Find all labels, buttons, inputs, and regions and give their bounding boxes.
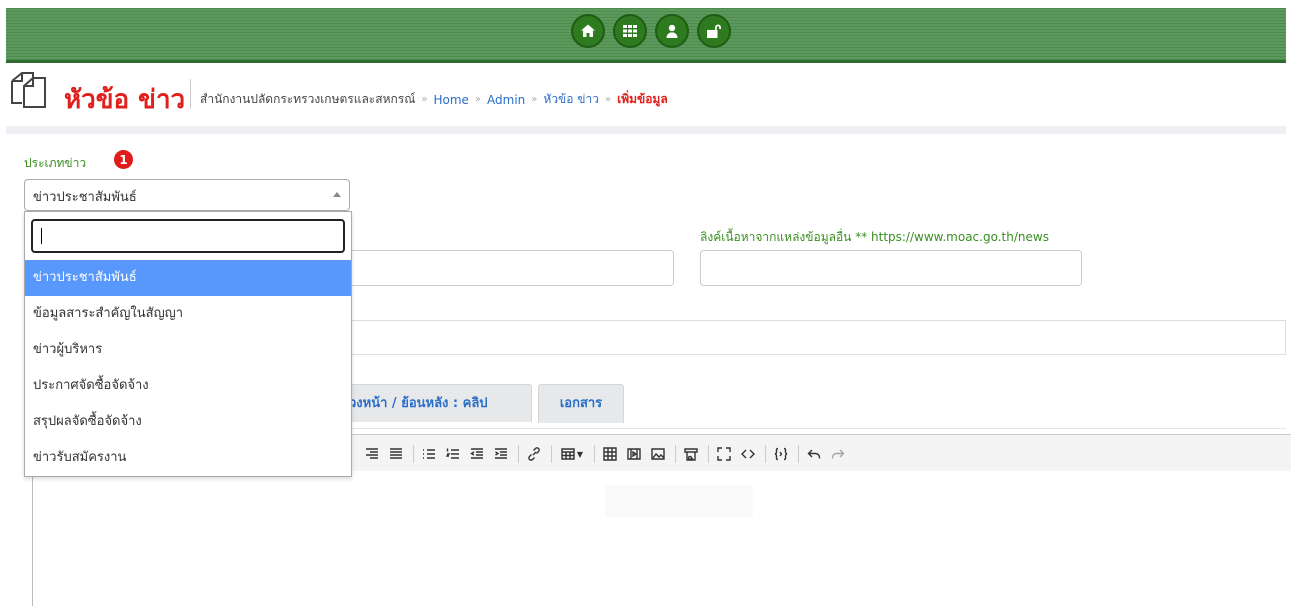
video-icon [627,448,641,460]
copy-icon [11,72,46,108]
toolbar-separator [551,445,552,463]
outdent-button[interactable] [468,446,486,462]
divider [1285,320,1286,354]
undo-button[interactable] [805,446,823,462]
top-icon-group [571,14,731,48]
text-cursor [41,228,42,244]
unlock-icon [707,24,721,38]
table-button[interactable]: ▼ [558,446,586,462]
dropdown-options-list: ข่าวประชาสัมพันธ์ ข้อมูลสาระสำคัญในสัญญา… [25,260,351,476]
chevron-down-icon: ▼ [576,449,584,459]
step-badge: 1 [114,150,133,169]
toolbar-separator [413,445,414,463]
form-content: ประเภทข่าว 1 ข่าวประชาสัมพันธ์ ลิงค์เนื้… [6,134,1291,607]
breadcrumb-home-link[interactable]: Home [433,93,468,107]
tab-documents[interactable]: เอกสาร [538,384,624,423]
dropdown-option[interactable]: ข้อมูลสาระสำคัญในสัญญา [25,296,351,332]
breadcrumb-separator: » [604,94,612,105]
toolbar-separator [765,445,766,463]
news-type-label: ประเภทข่าว [24,156,87,170]
insert-video-button[interactable] [625,446,643,462]
tab-preview-clip[interactable]: วงหน้า / ย้อนหลัง : คลิป [342,384,532,422]
logout-button[interactable] [697,14,731,48]
header-divider-band [6,126,1286,134]
breadcrumb-separator: » [474,94,482,105]
chevron-up-icon [333,192,341,197]
home-icon [581,24,595,37]
code-icon [741,449,755,459]
breadcrumb-org: สำนักงานปลัดกระทรวงเกษตรและสหกรณ์ [200,92,416,106]
breadcrumb-separator: » [421,94,428,105]
redo-icon [831,449,845,459]
breadcrumb-separator: » [531,94,538,105]
news-type-dropdown: ข่าวประชาสัมพันธ์ ข้อมูลสาระสำคัญในสัญญา… [24,211,352,477]
text-input[interactable] [346,250,674,286]
dropdown-option[interactable]: ข่าวรับสมัครงาน [25,440,351,476]
code-view-button[interactable] [739,446,757,462]
link-button[interactable] [525,446,543,462]
external-link-label: ลิงค์เนื้อหาจากแหล่งข้อมูลอื่น ** https:… [700,230,1049,244]
breadcrumb-current: เพิ่มข้อมูล [617,92,668,106]
top-navigation-bar [6,8,1286,63]
dropdown-option[interactable]: ข่าวผู้บริหาร [25,332,351,368]
bullet-list-icon [423,449,435,459]
find-replace-button[interactable] [682,446,700,462]
justify-button[interactable] [387,446,405,462]
align-right-icon [366,448,378,459]
page-title: หัวข้อ ข่าว [64,85,186,115]
variables-button[interactable] [772,446,790,462]
align-right-button[interactable] [363,446,381,462]
indent-icon [495,448,507,459]
numbered-list-button[interactable] [444,446,462,462]
search-document-icon [684,448,698,461]
user-icon [666,24,678,38]
divider [346,320,1286,321]
breadcrumb-section-link[interactable]: หัวข้อ ข่าว [543,90,599,109]
page-header: หัวข้อ ข่าว สำนักงานปลัดกระทรวงเกษตรและส… [6,63,1286,133]
editor-content-area[interactable] [33,471,1291,607]
table-icon [561,448,575,460]
toolbar-separator [798,445,799,463]
home-button[interactable] [571,14,605,48]
fullscreen-icon [717,447,731,461]
news-type-selected-value: ข่าวประชาสัมพันธ์ [33,190,137,205]
editor-placeholder-block [605,485,753,517]
header-divider [190,79,191,109]
dropdown-option[interactable]: สรุปผลจัดซื้อจัดจ้าง [25,404,351,440]
breadcrumb: สำนักงานปลัดกระทรวงเกษตรและสหกรณ์ » Home… [200,90,668,109]
toolbar-separator [708,445,709,463]
user-profile-button[interactable] [655,14,689,48]
divider [346,354,1286,355]
undo-icon [807,449,821,459]
insert-image-grid-button[interactable] [601,446,619,462]
grid-image-icon [603,447,617,461]
numbered-list-icon [446,448,459,459]
braces-icon [774,447,788,461]
indent-button[interactable] [492,446,510,462]
toolbar-separator [675,445,676,463]
picture-icon [651,448,665,460]
news-type-select[interactable]: ข่าวประชาสัมพันธ์ [24,179,350,211]
outdent-icon [470,448,483,459]
justify-icon [390,448,402,459]
dropdown-search-input[interactable] [31,219,345,253]
grid-icon [623,25,637,37]
link-icon [528,447,540,461]
dropdown-option[interactable]: ข่าวประชาสัมพันธ์ [25,260,351,296]
dropdown-option[interactable]: ประกาศจัดซื้อจัดจ้าง [25,368,351,404]
breadcrumb-admin-link[interactable]: Admin [487,93,525,107]
tab-underline [346,428,1286,429]
fullscreen-button[interactable] [715,446,733,462]
toolbar-separator [594,445,595,463]
toolbar-separator [518,445,519,463]
external-link-input[interactable] [700,250,1082,286]
redo-button[interactable] [829,446,847,462]
bullet-list-button[interactable] [420,446,438,462]
insert-picture-button[interactable] [649,446,667,462]
apps-grid-button[interactable] [613,14,647,48]
